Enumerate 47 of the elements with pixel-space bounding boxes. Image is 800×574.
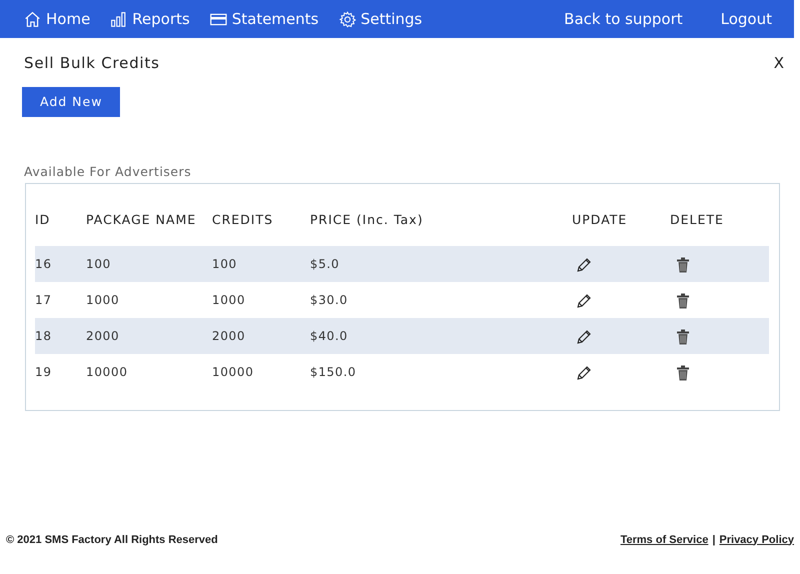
page-title: Sell Bulk Credits: [24, 54, 160, 72]
bar-chart-icon: [110, 10, 128, 28]
trash-icon[interactable]: [676, 328, 690, 345]
pencil-icon[interactable]: [576, 328, 592, 345]
nav-link[interactable]: Statements: [210, 8, 319, 30]
table-cell-text: $5.0: [310, 256, 341, 274]
column-header: CREDITS: [212, 210, 274, 229]
table-cell-text: 10000: [86, 364, 129, 382]
nav-link[interactable]: Home: [24, 8, 90, 30]
nav-link[interactable]: Logout: [720, 8, 772, 30]
table-cell-text: 1000: [212, 292, 246, 310]
table-cell-text: 2000: [212, 328, 246, 346]
column-header: ID: [35, 210, 52, 229]
pencil-icon[interactable]: [576, 256, 592, 273]
table-cell-text: $150.0: [310, 364, 358, 382]
table-cell-text: 100: [86, 256, 112, 274]
home-icon: [24, 10, 41, 28]
table-cell-text: $30.0: [310, 292, 349, 310]
table-cell-text: 100: [212, 256, 238, 274]
column-header: UPDATE: [572, 210, 628, 229]
table-cell-text: 19: [35, 364, 53, 382]
footer-link[interactable]: Terms of Service: [620, 534, 708, 546]
copyright-text: © 2021 SMS Factory All Rights Reserved: [6, 532, 218, 548]
nav-link[interactable]: Reports: [110, 8, 190, 30]
column-header: PACKAGE NAME: [86, 210, 198, 229]
trash-icon[interactable]: [676, 256, 690, 273]
table-cell-text: 17: [35, 292, 53, 310]
trash-icon[interactable]: [676, 292, 690, 309]
table-cell-text: 10000: [212, 364, 255, 382]
close-button[interactable]: X: [774, 52, 784, 74]
pencil-icon[interactable]: [576, 364, 592, 381]
table-cell-text: $40.0: [310, 328, 349, 346]
column-header: PRICE (Inc. Tax): [310, 210, 424, 229]
nav-link[interactable]: Settings: [338, 8, 422, 30]
trash-icon[interactable]: [676, 364, 690, 381]
pencil-icon[interactable]: [576, 292, 592, 309]
column-header: DELETE: [670, 210, 725, 229]
table-cell-text: 18: [35, 328, 53, 346]
footer-link[interactable]: Privacy Policy: [719, 534, 794, 546]
table-cell-text: 16: [35, 256, 53, 274]
table-cell-text: 1000: [86, 292, 120, 310]
separator-text: |: [712, 534, 716, 546]
section-label: Available For Advertisers: [24, 164, 192, 180]
nav-link[interactable]: Back to support: [564, 8, 683, 30]
gear-icon: [338, 10, 356, 28]
add-new-button[interactable]: Add New: [22, 86, 120, 118]
table-cell-text: 2000: [86, 328, 120, 346]
